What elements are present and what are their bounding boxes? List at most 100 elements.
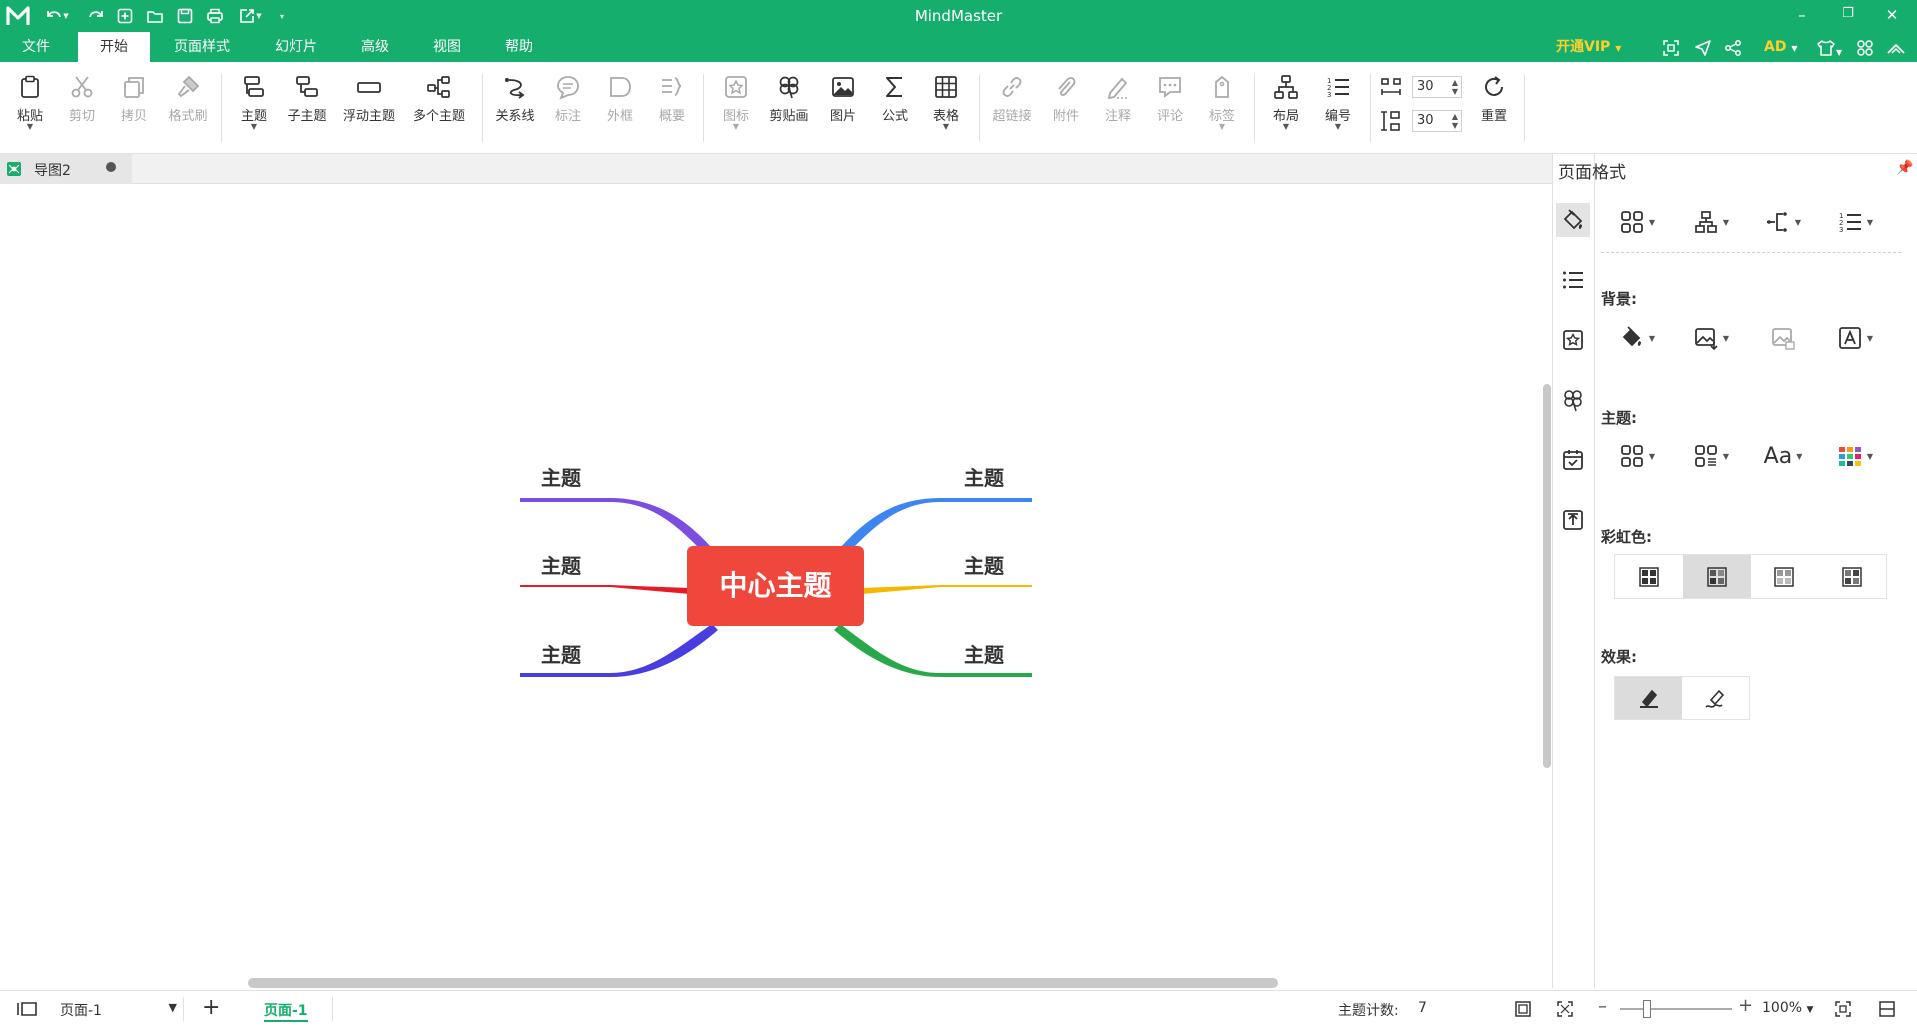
sidebar-clipart[interactable] [1556, 383, 1590, 417]
rainbow-option-2[interactable] [1682, 555, 1751, 598]
boundary-button[interactable]: 外框 [592, 74, 648, 144]
status-separator [332, 997, 333, 1021]
hyperlink-button[interactable]: 超链接 [984, 74, 1040, 144]
sidebar-tasks[interactable] [1556, 443, 1590, 477]
spin-up-icon[interactable]: ▲ [1452, 78, 1458, 87]
theme-layout-button[interactable]: ▼ [1686, 440, 1736, 472]
spin-down-icon[interactable]: ▼ [1452, 87, 1458, 96]
menu-help[interactable]: 帮助 [488, 32, 550, 62]
paste-button[interactable]: 粘贴 ▼ [2, 74, 58, 144]
minimize-icon[interactable]: – [1790, 6, 1814, 24]
connector-style-button[interactable]: ▼ [1758, 206, 1808, 238]
menu-slides[interactable]: 幻灯片 [258, 32, 334, 62]
vertical-spacing-input[interactable]: 30 ▲ ▼ [1412, 110, 1462, 132]
comment-button[interactable]: 评论 [1142, 74, 1198, 144]
unsaved-dot-icon[interactable] [106, 162, 116, 172]
relationship-button[interactable]: 关系线 [487, 74, 543, 144]
sidebar-page-format[interactable] [1556, 203, 1590, 237]
floating-topic-button[interactable]: 浮动主题 [341, 74, 397, 144]
menu-home[interactable]: 开始 [78, 32, 150, 62]
menu-view[interactable]: 视图 [416, 32, 478, 62]
topic-right-1[interactable]: 主题 [964, 462, 1004, 491]
close-icon[interactable]: ✕ [1880, 6, 1904, 24]
icon-button[interactable]: 图标 ▼ [708, 74, 764, 144]
background-color-button[interactable]: ▼ [1612, 322, 1662, 354]
pin-icon[interactable]: 📌 [1896, 160, 1913, 176]
numbering-button[interactable]: 123 编号 ▼ [1310, 74, 1366, 144]
layout-button[interactable]: 布局 ▼ [1258, 74, 1314, 144]
clipart-button[interactable]: 剪贴画 [761, 74, 817, 144]
theme-style-button[interactable]: ▼ [1612, 440, 1662, 472]
reset-icon [1485, 76, 1503, 96]
topic-right-2[interactable]: 主题 [964, 550, 1004, 579]
sidebar-export[interactable] [1556, 503, 1590, 537]
zoom-slider-track[interactable] [1620, 1008, 1732, 1010]
numbering-style-button[interactable]: 1 2 3 ▼ [1830, 206, 1880, 238]
callout-button[interactable]: 标注 [540, 74, 596, 144]
spin-up-icon[interactable]: ▲ [1452, 112, 1458, 121]
page-tab-active[interactable]: 页面-1 [264, 1000, 308, 1022]
horizontal-spacing-input[interactable]: 30 ▲ ▼ [1412, 76, 1462, 98]
effect-option-handdrawn[interactable] [1682, 677, 1749, 719]
note-button[interactable]: 注释 [1090, 74, 1146, 144]
zoom-in-button[interactable]: + [1738, 995, 1753, 1016]
effect-option-normal[interactable] [1615, 677, 1682, 719]
restore-icon[interactable]: ❐ [1836, 6, 1860, 21]
menu-advanced[interactable]: 高级 [344, 32, 406, 62]
cut-button[interactable]: 剪切 [54, 74, 110, 144]
structure-layout-button[interactable]: ▼ [1612, 206, 1662, 238]
vertical-scrollbar[interactable] [1543, 384, 1551, 768]
page-select[interactable]: 页面-1 ▼ [56, 997, 184, 1021]
page-panel-toggle-icon[interactable] [16, 1000, 38, 1018]
topic-right-3[interactable]: 主题 [964, 639, 1004, 668]
zoom-out-button[interactable]: – [1598, 996, 1607, 1017]
format-painter-button[interactable]: 格式刷 [160, 74, 216, 144]
branch-style-button[interactable]: ▼ [1686, 206, 1736, 238]
zoom-slider-thumb[interactable] [1643, 1000, 1651, 1018]
topic-left-2[interactable]: 主题 [541, 550, 581, 579]
rainbow-option-1[interactable] [1615, 555, 1683, 598]
multiple-topics-button[interactable]: 多个主题 [411, 74, 467, 144]
document-tab[interactable]: 导图2 [0, 154, 132, 184]
copy-button[interactable]: 拷贝 [106, 74, 162, 144]
ribbon-separator [221, 74, 222, 142]
theme-font-button[interactable]: Aa ▼ [1758, 440, 1808, 472]
attachment-button[interactable]: 附件 [1038, 74, 1094, 144]
formula-button[interactable]: 公式 [867, 74, 923, 144]
sidebar-outline[interactable] [1556, 263, 1590, 297]
remove-background-button[interactable] [1758, 322, 1808, 354]
subtopic-button[interactable]: 子主题 [279, 74, 335, 144]
background-image-button[interactable]: ▼ [1686, 322, 1736, 354]
rainbow-option-4[interactable] [1818, 555, 1886, 598]
horizontal-scrollbar[interactable] [248, 978, 1278, 988]
theme-color-button[interactable]: ▼ [1830, 440, 1880, 472]
fit-page-icon[interactable] [1514, 1000, 1532, 1018]
branch-left-middle [520, 585, 690, 594]
format-painter-label: 格式刷 [168, 109, 208, 124]
topic-left-1[interactable]: 主题 [541, 462, 581, 491]
chevron-down-icon: ▼ [168, 1001, 177, 1014]
page-select-value: 页面-1 [60, 1003, 102, 1019]
central-topic[interactable]: 中心主题 [687, 546, 864, 626]
watermark-button[interactable]: ▼ [1830, 322, 1880, 354]
user-account[interactable]: AD ▼ [1764, 32, 1798, 62]
table-button[interactable]: 表格 ▼ [918, 74, 974, 144]
zoom-level[interactable]: 100% ▼ [1762, 1000, 1813, 1016]
tag-button[interactable]: 标签 ▼ [1194, 74, 1250, 144]
watermark-icon [1839, 327, 1861, 349]
spin-down-icon[interactable]: ▼ [1452, 121, 1458, 130]
add-page-button[interactable]: + [202, 995, 220, 1020]
fit-window-icon[interactable] [1556, 1000, 1574, 1018]
presentation-icon[interactable] [1834, 1000, 1852, 1018]
rainbow-option-3[interactable] [1751, 555, 1819, 598]
topic-button[interactable]: 主题 ▼ [226, 74, 282, 144]
topic-left-3[interactable]: 主题 [541, 639, 581, 668]
menu-page-style[interactable]: 页面样式 [160, 32, 244, 62]
summary-button[interactable]: 概要 [644, 74, 700, 144]
toggle-panel-icon[interactable] [1878, 1000, 1896, 1018]
sidebar-icons[interactable] [1556, 323, 1590, 357]
reset-button[interactable]: 重置 [1466, 74, 1522, 144]
vip-button[interactable]: 开通VIP ▼ [1556, 32, 1621, 62]
image-button[interactable]: 图片 [815, 74, 871, 144]
menu-file[interactable]: 文件 [0, 32, 72, 62]
